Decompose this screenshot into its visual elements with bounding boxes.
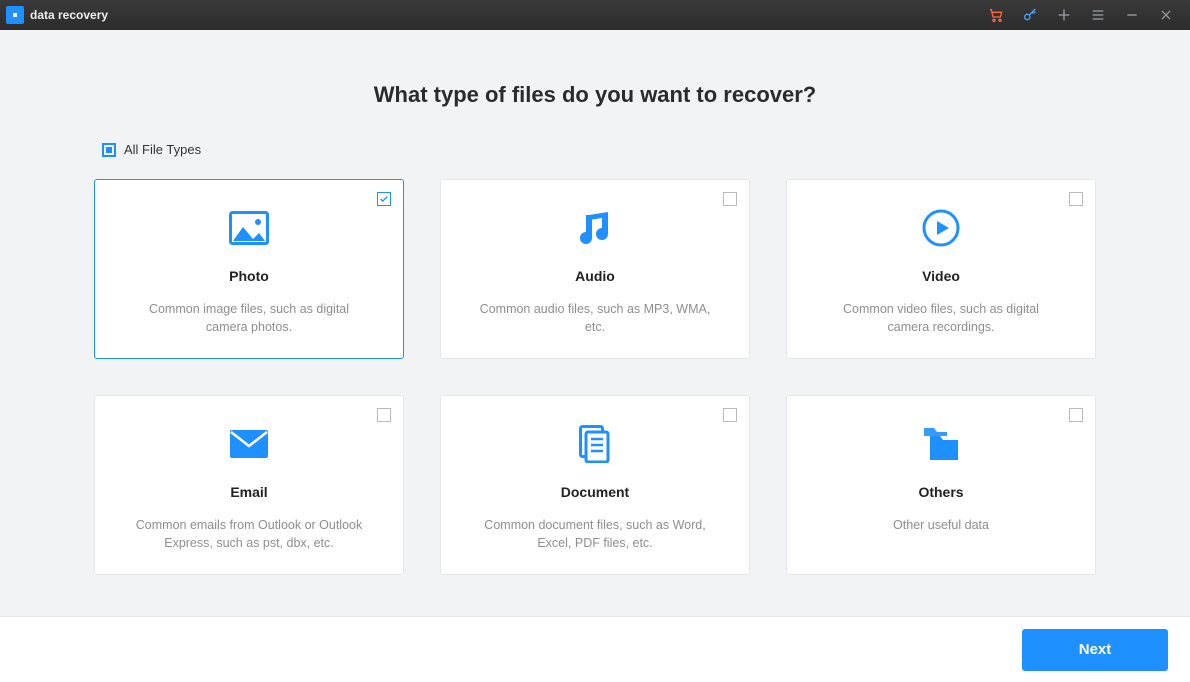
titlebar-left: data recovery <box>6 6 108 24</box>
menu-icon[interactable] <box>1088 5 1108 25</box>
card-audio-title: Audio <box>575 268 615 284</box>
photo-icon <box>229 202 269 254</box>
card-photo-checkbox[interactable] <box>377 192 391 206</box>
card-email-desc: Common emails from Outlook or Outlook Ex… <box>129 516 369 552</box>
cart-icon[interactable] <box>986 5 1006 25</box>
next-button[interactable]: Next <box>1022 629 1168 671</box>
plus-icon[interactable] <box>1054 5 1074 25</box>
email-icon <box>229 418 269 470</box>
key-icon[interactable] <box>1020 5 1040 25</box>
card-photo[interactable]: Photo Common image files, such as digita… <box>94 179 404 359</box>
audio-icon <box>578 202 612 254</box>
card-audio[interactable]: Audio Common audio files, such as MP3, W… <box>440 179 750 359</box>
card-audio-checkbox[interactable] <box>723 192 737 206</box>
file-type-grid: Photo Common image files, such as digita… <box>100 179 1090 575</box>
card-email[interactable]: Email Common emails from Outlook or Outl… <box>94 395 404 575</box>
card-document-checkbox[interactable] <box>723 408 737 422</box>
card-others-desc: Other useful data <box>893 516 989 534</box>
footer-bar: Next <box>0 616 1190 682</box>
card-document-desc: Common document files, such as Word, Exc… <box>475 516 715 552</box>
close-icon[interactable] <box>1156 5 1176 25</box>
main-content: What type of files do you want to recove… <box>0 30 1190 616</box>
app-title: data recovery <box>30 8 108 22</box>
card-email-checkbox[interactable] <box>377 408 391 422</box>
all-file-types-toggle[interactable]: All File Types <box>100 142 1090 157</box>
card-video-checkbox[interactable] <box>1069 192 1083 206</box>
minimize-icon[interactable] <box>1122 5 1142 25</box>
card-audio-desc: Common audio files, such as MP3, WMA, et… <box>475 300 715 336</box>
card-others[interactable]: Others Other useful data <box>786 395 1096 575</box>
card-photo-desc: Common image files, such as digital came… <box>129 300 369 336</box>
card-document-title: Document <box>561 484 629 500</box>
card-others-checkbox[interactable] <box>1069 408 1083 422</box>
page-title: What type of files do you want to recove… <box>100 82 1090 108</box>
titlebar: data recovery <box>0 0 1190 30</box>
all-file-types-checkbox-icon <box>102 143 116 157</box>
card-document[interactable]: Document Common document files, such as … <box>440 395 750 575</box>
app-logo <box>6 6 24 24</box>
card-email-title: Email <box>230 484 267 500</box>
all-file-types-label: All File Types <box>124 142 201 157</box>
document-icon <box>579 418 611 470</box>
card-video-desc: Common video files, such as digital came… <box>821 300 1061 336</box>
card-video-title: Video <box>922 268 960 284</box>
video-icon <box>921 202 961 254</box>
card-photo-title: Photo <box>229 268 269 284</box>
others-icon <box>922 418 960 470</box>
titlebar-actions <box>986 5 1184 25</box>
card-others-title: Others <box>918 484 963 500</box>
card-video[interactable]: Video Common video files, such as digita… <box>786 179 1096 359</box>
